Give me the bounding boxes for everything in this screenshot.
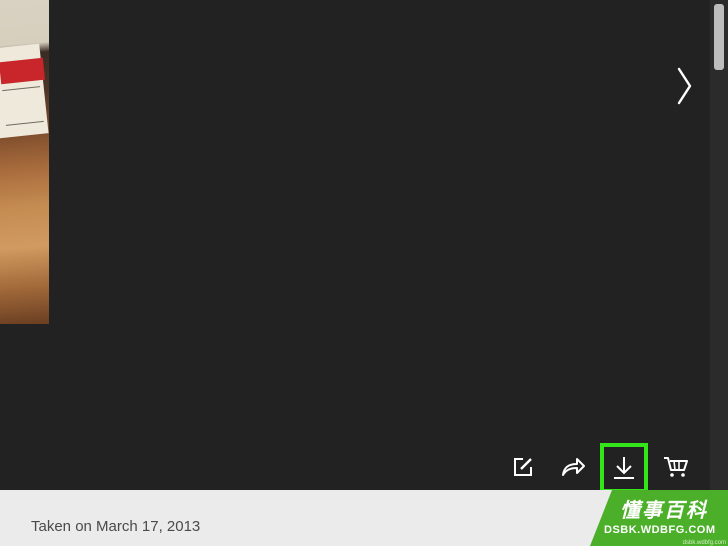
shopping-cart-icon — [664, 457, 688, 477]
watermark-logo: 懂事百科 DSBK.WDBFG.COM dsbk.wdbfg.com — [590, 490, 728, 546]
vertical-scrollbar[interactable] — [710, 0, 728, 490]
photo-detail-lines — [2, 86, 44, 126]
taken-date-text: Taken on March 17, 2013 — [31, 518, 201, 535]
edit-icon — [514, 458, 532, 476]
photo-page: Taken on March 17, 2013 懂事百科 DSBK.WDBFG.… — [0, 0, 728, 546]
watermark-subtitle: DSBK.WDBFG.COM — [604, 524, 716, 536]
edit-button[interactable] — [505, 449, 541, 485]
watermark-tiny-text: dsbk.wdbfg.com — [682, 540, 726, 546]
scrollbar-thumb[interactable] — [714, 4, 724, 70]
share-button[interactable] — [555, 449, 591, 485]
download-button[interactable] — [600, 443, 648, 490]
photo-thumbnail[interactable] — [0, 0, 49, 324]
photo-viewer — [0, 0, 710, 490]
share-arrow-icon — [562, 458, 585, 476]
next-photo-button[interactable] — [670, 64, 700, 108]
download-icon — [614, 457, 634, 479]
photo-detail-label — [0, 57, 46, 85]
watermark-title: 懂事百科 — [620, 500, 708, 522]
buy-print-button[interactable] — [658, 449, 694, 485]
chevron-right-icon — [677, 67, 692, 105]
